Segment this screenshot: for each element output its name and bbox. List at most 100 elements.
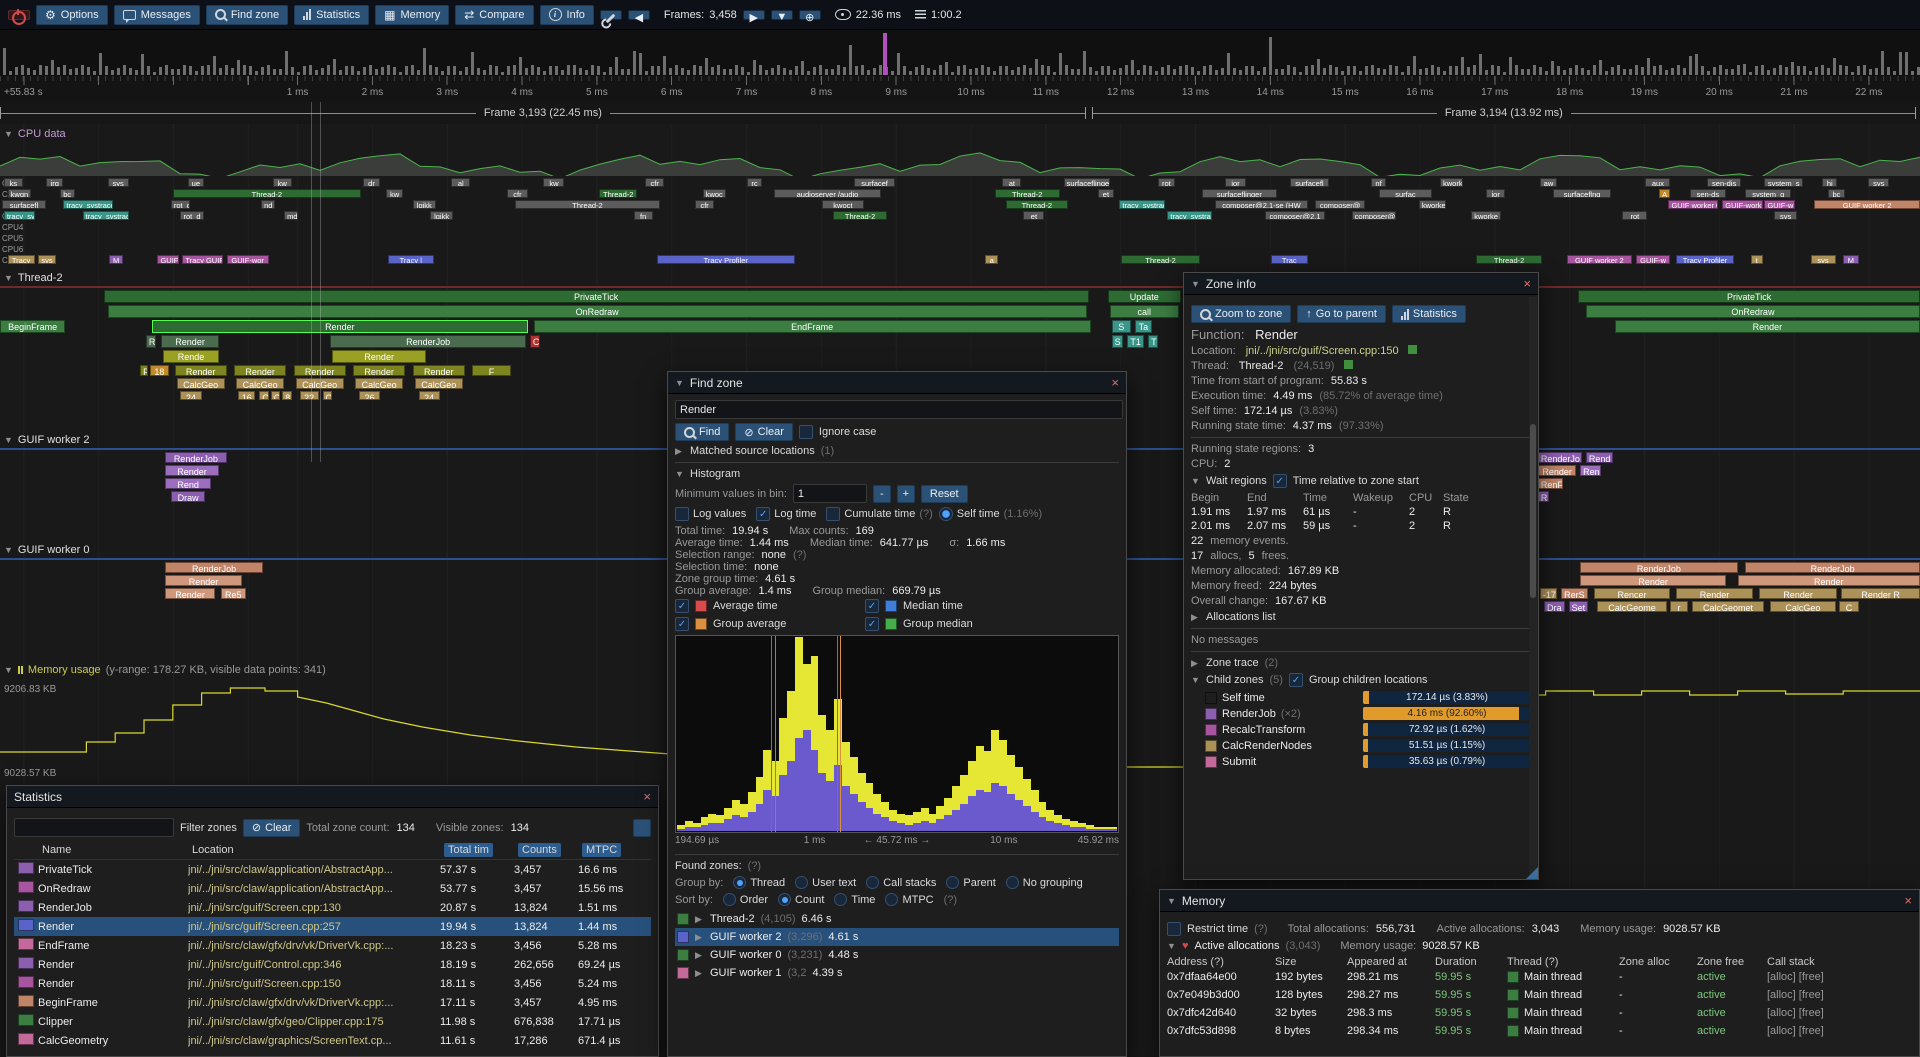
frame-bar[interactable] <box>87 67 90 75</box>
frame-bar[interactable] <box>93 71 96 75</box>
frame-bar[interactable] <box>1587 70 1590 75</box>
frame-overview-strip[interactable] <box>0 30 1920 77</box>
frame-bar[interactable] <box>963 65 966 75</box>
frame-bar[interactable] <box>483 70 486 75</box>
relative-time-checkbox[interactable]: ✓ <box>1273 474 1287 488</box>
radio-icon[interactable] <box>946 876 959 889</box>
frame-bar[interactable] <box>321 68 324 75</box>
zone-block[interactable]: surfacefl <box>1290 178 1328 187</box>
zone-block[interactable]: Tracy GUIF <box>182 255 222 264</box>
guif-worker2-section-header[interactable]: ▼ GUIF worker 2 <box>4 434 89 446</box>
expand-icon[interactable]: ▶ <box>695 914 704 925</box>
guif-worker0-section-header[interactable]: ▼ GUIF worker 0 <box>4 544 89 556</box>
zone-group-row[interactable]: ▶ Thread-2 (4,105) 6.46 s <box>675 910 1119 928</box>
radio-icon[interactable] <box>778 893 791 906</box>
frame-bar[interactable] <box>123 65 126 75</box>
frame-bar[interactable] <box>645 71 648 75</box>
frame-bar[interactable] <box>1905 52 1908 75</box>
zone-block[interactable]: composer@ <box>1352 211 1396 220</box>
frame-bar[interactable] <box>561 70 564 75</box>
location-value[interactable]: jni/../jni/src/guif/Screen.cpp:150 <box>1246 345 1399 357</box>
zone-block[interactable]: sys <box>1774 211 1797 220</box>
frame-bar[interactable] <box>489 65 492 75</box>
zone-block[interactable]: surfacef <box>854 178 894 187</box>
matched-locations-toggle[interactable]: ▶ Matched source locations (1) <box>675 445 1119 457</box>
wait-region-row[interactable]: 1.91 ms 1.97 ms 61 µs - 2 R <box>1191 506 1531 518</box>
frame-bar[interactable] <box>969 69 972 75</box>
decrease-bin-button[interactable]: - <box>873 485 891 503</box>
frame-bar[interactable] <box>1269 37 1272 75</box>
frame-bar[interactable] <box>909 71 912 75</box>
zone-block[interactable]: et <box>1023 211 1044 220</box>
frame-bar[interactable] <box>1515 65 1518 75</box>
table-row[interactable]: CalcGeometry jni/../jni/src/claw/graphic… <box>14 1031 651 1050</box>
frame-bar[interactable] <box>1197 71 1200 75</box>
zone-block[interactable]: cfr <box>695 200 714 209</box>
frame-bar[interactable] <box>1683 68 1686 75</box>
radio-icon[interactable] <box>733 876 746 889</box>
zone-block[interactable]: ue <box>188 178 203 187</box>
zone-block[interactable]: sen-ds <box>1690 189 1726 198</box>
frame-bar[interactable] <box>75 68 78 75</box>
frame-bar[interactable] <box>1329 65 1332 75</box>
zone-block[interactable]: Ta <box>1135 320 1152 333</box>
frame-bar[interactable] <box>231 68 234 75</box>
zone-block[interactable]: C <box>271 391 281 400</box>
zone-block[interactable]: tracy_systrace <box>63 200 113 209</box>
frame-bar[interactable] <box>1179 66 1182 75</box>
frame-bar[interactable] <box>1737 65 1740 75</box>
frame-bar[interactable] <box>813 67 816 75</box>
frame-bar[interactable] <box>153 72 156 75</box>
frame-bar[interactable] <box>1083 51 1086 75</box>
frame-bar[interactable] <box>771 68 774 75</box>
child-zone-row[interactable]: RecalcTransform 72.92 µs (1.62%) <box>1191 723 1531 736</box>
frame-bar[interactable] <box>1659 65 1662 75</box>
frame-bar[interactable] <box>1755 66 1758 75</box>
child-zone-row[interactable]: RenderJob (×2) 4.16 ms (92.60%) <box>1191 707 1531 720</box>
frame-bar[interactable] <box>1047 66 1050 75</box>
clear-button[interactable]: ⊘Clear <box>735 423 793 441</box>
zone-block[interactable]: GUIF-wor <box>227 255 269 264</box>
frame-bar[interactable] <box>1185 65 1188 75</box>
zone-block[interactable]: audioserver /audio <box>774 189 882 198</box>
min-bin-input[interactable] <box>793 484 867 503</box>
frame-bar[interactable] <box>891 71 894 75</box>
table-row[interactable]: EndFrame jni/../jni/src/claw/gfx/drv/vk/… <box>14 936 651 955</box>
frame-bar[interactable] <box>741 67 744 75</box>
zone-block[interactable]: Render <box>1738 575 1920 586</box>
frame-bar[interactable] <box>1719 65 1722 75</box>
frame-bar[interactable] <box>381 67 384 75</box>
frame-bar[interactable] <box>423 48 426 75</box>
close-icon[interactable]: × <box>1904 894 1912 907</box>
frame-bar[interactable] <box>165 65 168 75</box>
frame-bar[interactable] <box>1353 66 1356 75</box>
frame-bar[interactable] <box>1233 68 1236 75</box>
legend-checkbox[interactable]: ✓ <box>865 617 879 631</box>
frame-bar[interactable] <box>183 65 186 75</box>
zone-block[interactable]: RenderJob <box>165 452 226 463</box>
frame-bar[interactable] <box>939 65 942 75</box>
reset-button[interactable]: Reset <box>921 485 968 503</box>
frame-bar[interactable] <box>1809 71 1812 75</box>
zone-block[interactable]: 26 <box>359 391 380 400</box>
zone-block[interactable]: composer@2.1 <box>1265 211 1325 220</box>
frame-bar[interactable] <box>1113 70 1116 75</box>
allocations-list-toggle[interactable]: ▶ Allocations list <box>1191 611 1531 623</box>
zone-block[interactable]: Tracy Profiler <box>1676 255 1734 264</box>
zone-block[interactable]: C <box>530 335 540 348</box>
zone-block[interactable]: Trac <box>1271 255 1307 264</box>
radio-icon[interactable] <box>795 876 808 889</box>
frame-bar[interactable] <box>297 72 300 75</box>
frame-bar[interactable] <box>57 67 60 75</box>
frame-dropdown-button[interactable]: ▼ <box>771 10 793 20</box>
collapse-icon[interactable]: ▼ <box>1191 476 1200 486</box>
frame-bar[interactable] <box>693 65 696 75</box>
frame-bar[interactable] <box>831 69 834 75</box>
frame-bar[interactable] <box>171 69 174 75</box>
frame-bar[interactable] <box>1725 69 1728 75</box>
frame-bar[interactable] <box>63 65 66 75</box>
zone-block[interactable]: md <box>284 211 297 220</box>
frame-bar[interactable] <box>21 65 24 75</box>
sort-by-option[interactable]: Time <box>834 893 875 906</box>
frame-bar[interactable] <box>1761 65 1764 75</box>
